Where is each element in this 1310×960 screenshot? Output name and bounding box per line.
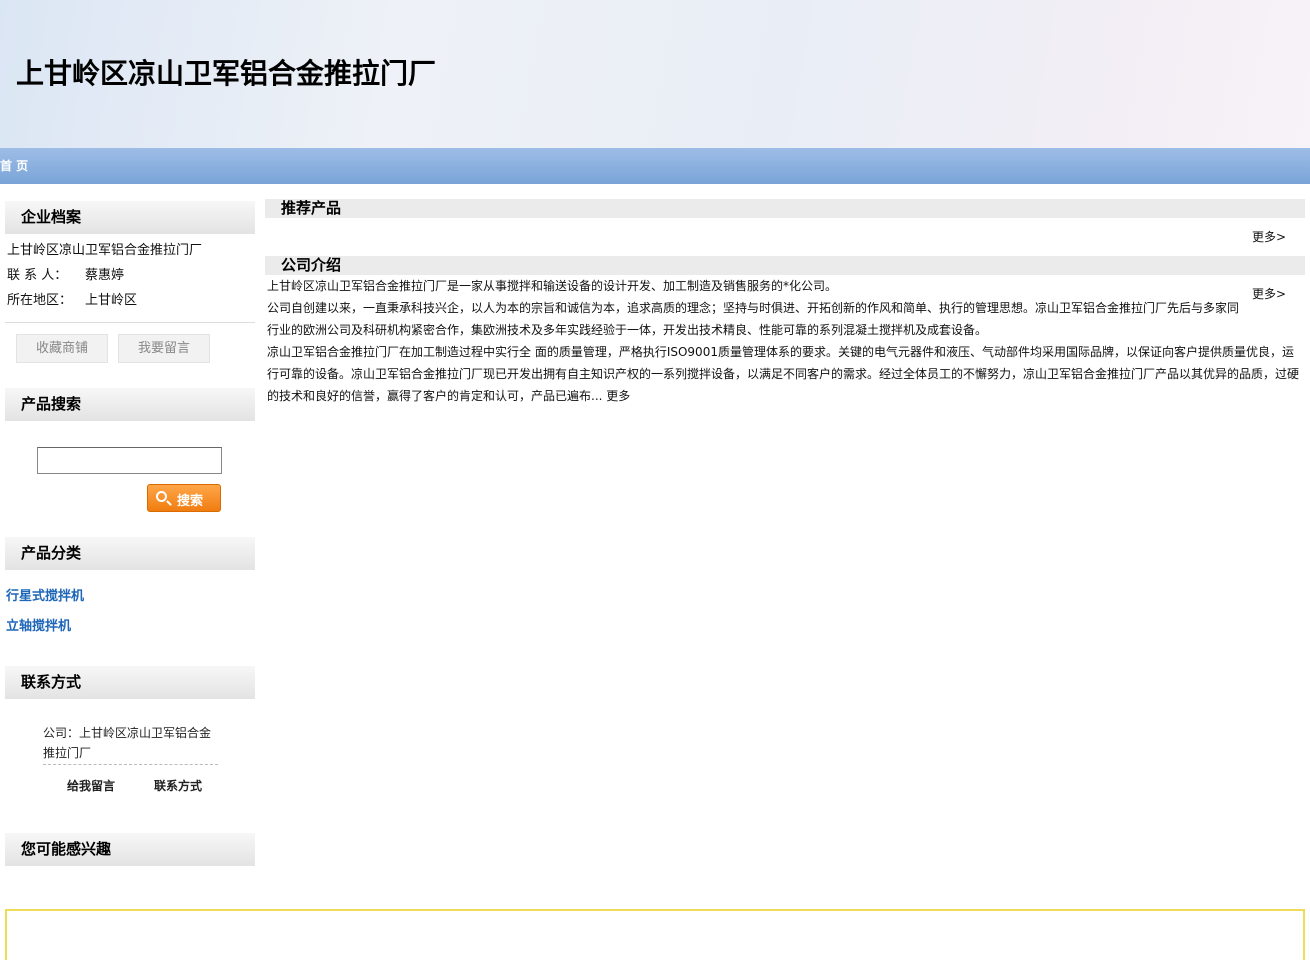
profile-divider [5, 322, 255, 323]
profile-region-row: 所在地区： 上甘岭区 [7, 289, 137, 308]
intro-section-title: 公司介绍 [265, 256, 1305, 275]
category-link-planetary-mixer[interactable]: 行星式搅拌机 [6, 585, 84, 604]
nav-home[interactable]: 首 页 [0, 157, 28, 174]
profile-title: 企业档案 [21, 208, 82, 226]
contact-person-value: 蔡惠婷 [85, 268, 125, 283]
site-title: 上甘岭区凉山卫军铝合金推拉门厂 [16, 57, 437, 90]
footer-box [5, 909, 1305, 960]
leave-message-link[interactable]: 给我留言 [67, 777, 115, 794]
category-title: 产品分类 [21, 544, 82, 562]
region-label: 所在地区： [7, 293, 73, 308]
intro-paragraph: 凉山卫军铝合金推拉门厂在加工制造过程中实行全 面的质量管理，严格执行ISO900… [267, 341, 1303, 407]
recommended-more-link[interactable]: 更多> [1252, 228, 1286, 245]
contact-company-line: 公司：上甘岭区凉山卫军铝合金推拉门厂 [43, 726, 212, 760]
profile-contact-row: 联 系 人： 蔡惠婷 [7, 264, 124, 283]
category-link-vertical-shaft-mixer[interactable]: 立轴搅拌机 [6, 615, 71, 634]
company-intro: 上甘岭区凉山卫军铝合金推拉门厂是一家从事搅拌和输送设备的设计开发、加工制造及销售… [267, 275, 1303, 407]
favorite-shop-button[interactable]: 收藏商铺 [16, 334, 108, 363]
contact-divider [43, 764, 218, 765]
recommended-section-title: 推荐产品 [265, 199, 1305, 218]
search-box-title: 产品搜索 [5, 388, 255, 421]
interest-title: 您可能感兴趣 [21, 840, 112, 858]
leave-message-button[interactable]: 我要留言 [118, 334, 210, 363]
search-button-label: 搜索 [177, 494, 204, 509]
contact-title: 联系方式 [21, 673, 82, 691]
search-icon [156, 491, 167, 502]
contact-box-title: 联系方式 [5, 666, 255, 699]
profile-box-title: 企业档案 [5, 201, 255, 234]
site-header: 上甘岭区凉山卫军铝合金推拉门厂 [0, 0, 1310, 148]
contact-info-link[interactable]: 联系方式 [154, 777, 202, 794]
profile-company-name: 上甘岭区凉山卫军铝合金推拉门厂 [7, 243, 203, 258]
intro-title: 公司介绍 [281, 256, 342, 274]
intro-read-more-link[interactable]: 更多 [606, 389, 630, 403]
intro-paragraph-text: 凉山卫军铝合金推拉门厂在加工制造过程中实行全 面的质量管理，严格执行ISO900… [267, 345, 1300, 403]
search-title: 产品搜索 [21, 395, 82, 413]
category-box-title: 产品分类 [5, 537, 255, 570]
search-button[interactable]: 搜索 [147, 484, 221, 512]
region-value: 上甘岭区 [85, 293, 138, 308]
interest-box-title: 您可能感兴趣 [5, 833, 255, 866]
intro-paragraph: 上甘岭区凉山卫军铝合金推拉门厂是一家从事搅拌和输送设备的设计开发、加工制造及销售… [267, 279, 838, 293]
intro-paragraph: 公司自创建以来，一直秉承科技兴企，以人为本的宗旨和诚信为本，追求高质的理念；坚持… [267, 301, 1240, 337]
recommended-title: 推荐产品 [281, 199, 342, 217]
contact-person-label: 联 系 人： [7, 268, 68, 283]
main-nav: 首 页 [0, 148, 1310, 184]
product-search-input[interactable] [37, 447, 222, 474]
